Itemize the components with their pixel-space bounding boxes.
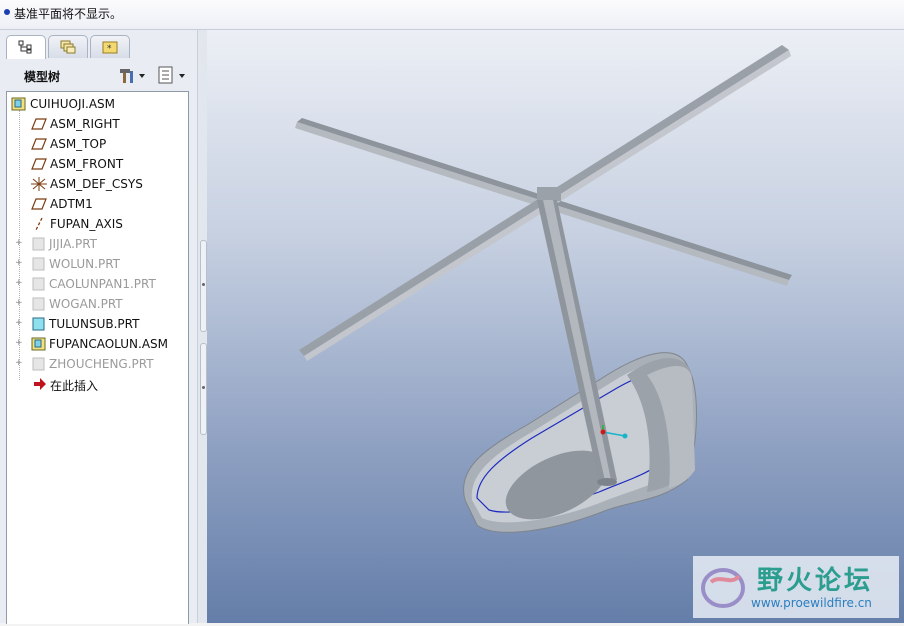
expand-plus-icon[interactable]: + [15,299,23,308]
part-icon [32,277,45,291]
tree-item-tulunsub[interactable]: + TULUNSUB.PRT [7,314,188,334]
tree-item-label: ASM_TOP [50,137,107,151]
assembly-icon [31,337,46,351]
favorites-folder-icon: * [102,41,118,54]
tree-item-asm-top[interactable]: ASM_TOP [7,134,188,154]
expand-plus-icon[interactable]: + [15,259,23,268]
folder-browser-tab[interactable] [48,35,88,58]
expand-plus-icon[interactable]: + [15,319,23,328]
list-show-icon [158,66,185,84]
expand-plus-icon[interactable]: + [15,279,23,288]
tree-item-label: WOLUN.PRT [49,257,121,271]
navigator-panel: * 模型树 CUIHUOJI.ASM ASM_RIGHT ASM_TOP ASM… [0,30,197,624]
tree-item-adtm1[interactable]: ADTM1 [7,194,188,214]
message-text: 基准平面将不显示。 [14,7,123,21]
tree-item-label: FUPAN_AXIS [50,217,123,231]
tree-item-fupancaolun[interactable]: + FUPANCAOLUN.ASM [7,334,188,354]
insert-arrow-icon [34,378,46,390]
tree-item-label: WOGAN.PRT [49,297,123,311]
tree-insert-label: 在此插入 [50,379,99,393]
tree-item-label: ASM_RIGHT [50,117,120,131]
message-bullet-icon [4,9,10,15]
tree-header: 模型树 [0,60,197,90]
tree-item-label: TULUNSUB.PRT [49,317,140,331]
datum-plane-icon [31,158,47,170]
favorites-tab[interactable]: * [90,35,130,58]
tree-item-label: ZHOUCHENG.PRT [49,357,154,371]
model-tree-tab[interactable] [6,35,46,59]
part-icon [32,297,45,311]
watermark: 野火论坛 www.proewildfire.cn [693,556,899,618]
hammer-settings-icon [120,69,145,83]
watermark-logo-icon [701,568,745,608]
part-icon [32,317,45,331]
splitter-grip[interactable] [200,240,207,332]
tree-item-asm-front[interactable]: ASM_FRONT [7,154,188,174]
tree-item-label: JIJIA.PRT [49,237,97,251]
tree-item-fupan-axis[interactable]: FUPAN_AXIS [7,214,188,234]
message-bar: 基准平面将不显示。 [0,0,904,30]
tree-title: 模型树 [24,70,61,84]
csys-icon [31,177,47,191]
part-icon [32,257,45,271]
datum-plane-icon [31,118,47,130]
tree-item-label: ASM_DEF_CSYS [50,177,143,191]
tree-item-jijia[interactable]: + JIJIA.PRT [7,234,188,254]
tree-item-label: ADTM1 [50,197,93,211]
watermark-title: 野火论坛 [757,566,874,596]
tree-show-button[interactable] [157,65,189,85]
watermark-url: www.proewildfire.cn [751,596,872,610]
svg-text:*: * [107,44,112,54]
tree-item-caolunpan1[interactable]: + CAOLUNPAN1.PRT [7,274,188,294]
tree-insert-here[interactable]: 在此插入 [7,374,188,394]
graphics-window[interactable] [207,30,904,623]
tree-settings-button[interactable] [118,65,148,85]
part-icon [32,357,45,371]
tree-item-label: ASM_FRONT [50,157,124,171]
tree-item-zhoucheng[interactable]: + ZHOUCHENG.PRT [7,354,188,374]
datum-plane-icon [31,198,47,210]
assembly-icon [11,97,26,111]
tree-item-asm-right[interactable]: ASM_RIGHT [7,114,188,134]
expand-plus-icon[interactable]: + [15,239,23,248]
part-icon [32,237,45,251]
tree-item-wogan[interactable]: + WOGAN.PRT [7,294,188,314]
expand-plus-icon[interactable]: + [15,339,23,348]
tree-root[interactable]: CUIHUOJI.ASM [7,94,188,114]
model-tree-icon [18,40,32,54]
layers-icon [60,40,76,54]
tree-item-label: FUPANCAOLUN.ASM [49,337,169,351]
expand-plus-icon[interactable]: + [15,359,23,368]
splitter-grip[interactable] [200,343,207,435]
tree-item-wolun[interactable]: + WOLUN.PRT [7,254,188,274]
navigator-tabs: * [0,32,197,60]
tree-root-label: CUIHUOJI.ASM [30,97,116,111]
model-tree: CUIHUOJI.ASM ASM_RIGHT ASM_TOP ASM_FRONT… [6,91,189,624]
datum-axis-icon [35,217,43,231]
datum-plane-icon [31,138,47,150]
tree-item-label: CAOLUNPAN1.PRT [49,277,156,291]
model-render [295,45,792,533]
tree-item-asm-def-csys[interactable]: ASM_DEF_CSYS [7,174,188,194]
